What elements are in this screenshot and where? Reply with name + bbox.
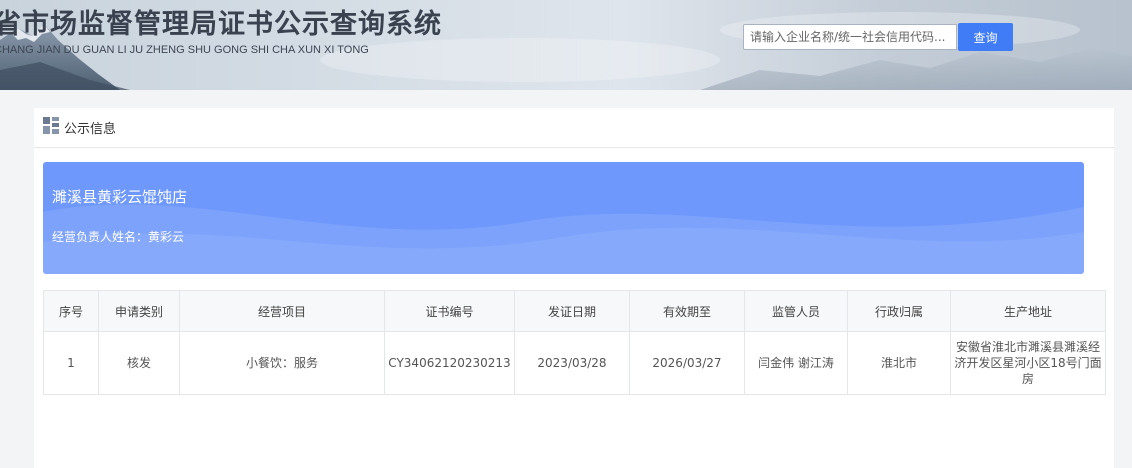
column-header: 序号: [43, 290, 99, 332]
cell-address: 安徽省淮北市濉溪县濉溪经济开发区星河小区18号门面房: [950, 331, 1106, 395]
section-title: 公示信息: [64, 122, 117, 137]
cell-category: 核发: [98, 331, 180, 395]
cell-cert-no: CY34062120230213: [384, 331, 515, 395]
operator-line: 经营负责人姓名：黄彩云: [52, 228, 184, 245]
wave-decoration: [43, 204, 1084, 274]
column-header: 行政归属: [847, 290, 951, 332]
table-header-row: 序号 申请类别 经营项目 证书编号 发证日期 有效期至 监管人员 行政归属 生产…: [43, 290, 1106, 332]
cell-index: 1: [43, 331, 99, 395]
certificate-table: 序号 申请类别 经营项目 证书编号 发证日期 有效期至 监管人员 行政归属 生产…: [43, 290, 1106, 395]
column-header: 生产地址: [950, 290, 1106, 332]
column-header: 有效期至: [629, 290, 745, 332]
cell-valid-until: 2026/03/27: [629, 331, 745, 395]
column-header: 证书编号: [384, 290, 515, 332]
column-header: 监管人员: [744, 290, 848, 332]
operator-label: 经营负责人姓名：: [52, 230, 149, 244]
company-info-banner: 濉溪县黄彩云馄饨店 经营负责人姓名：黄彩云: [43, 162, 1084, 274]
column-header: 申请类别: [98, 290, 180, 332]
table-row: 1 核发 小餐饮：服务 CY34062120230213 2023/03/28 …: [43, 331, 1106, 395]
header-banner: 省市场监督管理局证书公示查询系统 CHANG JIAN DU GUAN LI J…: [0, 0, 1132, 90]
page-title: 省市场监督管理局证书公示查询系统: [0, 9, 442, 40]
column-header: 经营项目: [179, 290, 385, 332]
cell-issue-date: 2023/03/28: [514, 331, 630, 395]
column-header: 发证日期: [514, 290, 630, 332]
operator-name: 黄彩云: [148, 230, 185, 244]
cell-admin-region: 淮北市: [847, 331, 951, 395]
list-grid-icon: [43, 117, 59, 134]
company-name: 濉溪县黄彩云馄饨店: [52, 188, 188, 206]
cell-supervisors: 闫金伟 谢江涛: [744, 331, 848, 395]
main-card: 公示信息 濉溪县黄彩云馄饨店 经营负责人姓名：黄彩云 序号 申请类别 经营项目: [34, 108, 1114, 468]
search-button[interactable]: 查询: [958, 23, 1013, 51]
cell-business-item: 小餐饮：服务: [179, 331, 385, 395]
search-input[interactable]: [743, 24, 957, 50]
section-header: 公示信息: [34, 108, 1114, 148]
page-subtitle: CHANG JIAN DU GUAN LI JU ZHENG SHU GONG …: [0, 44, 369, 56]
